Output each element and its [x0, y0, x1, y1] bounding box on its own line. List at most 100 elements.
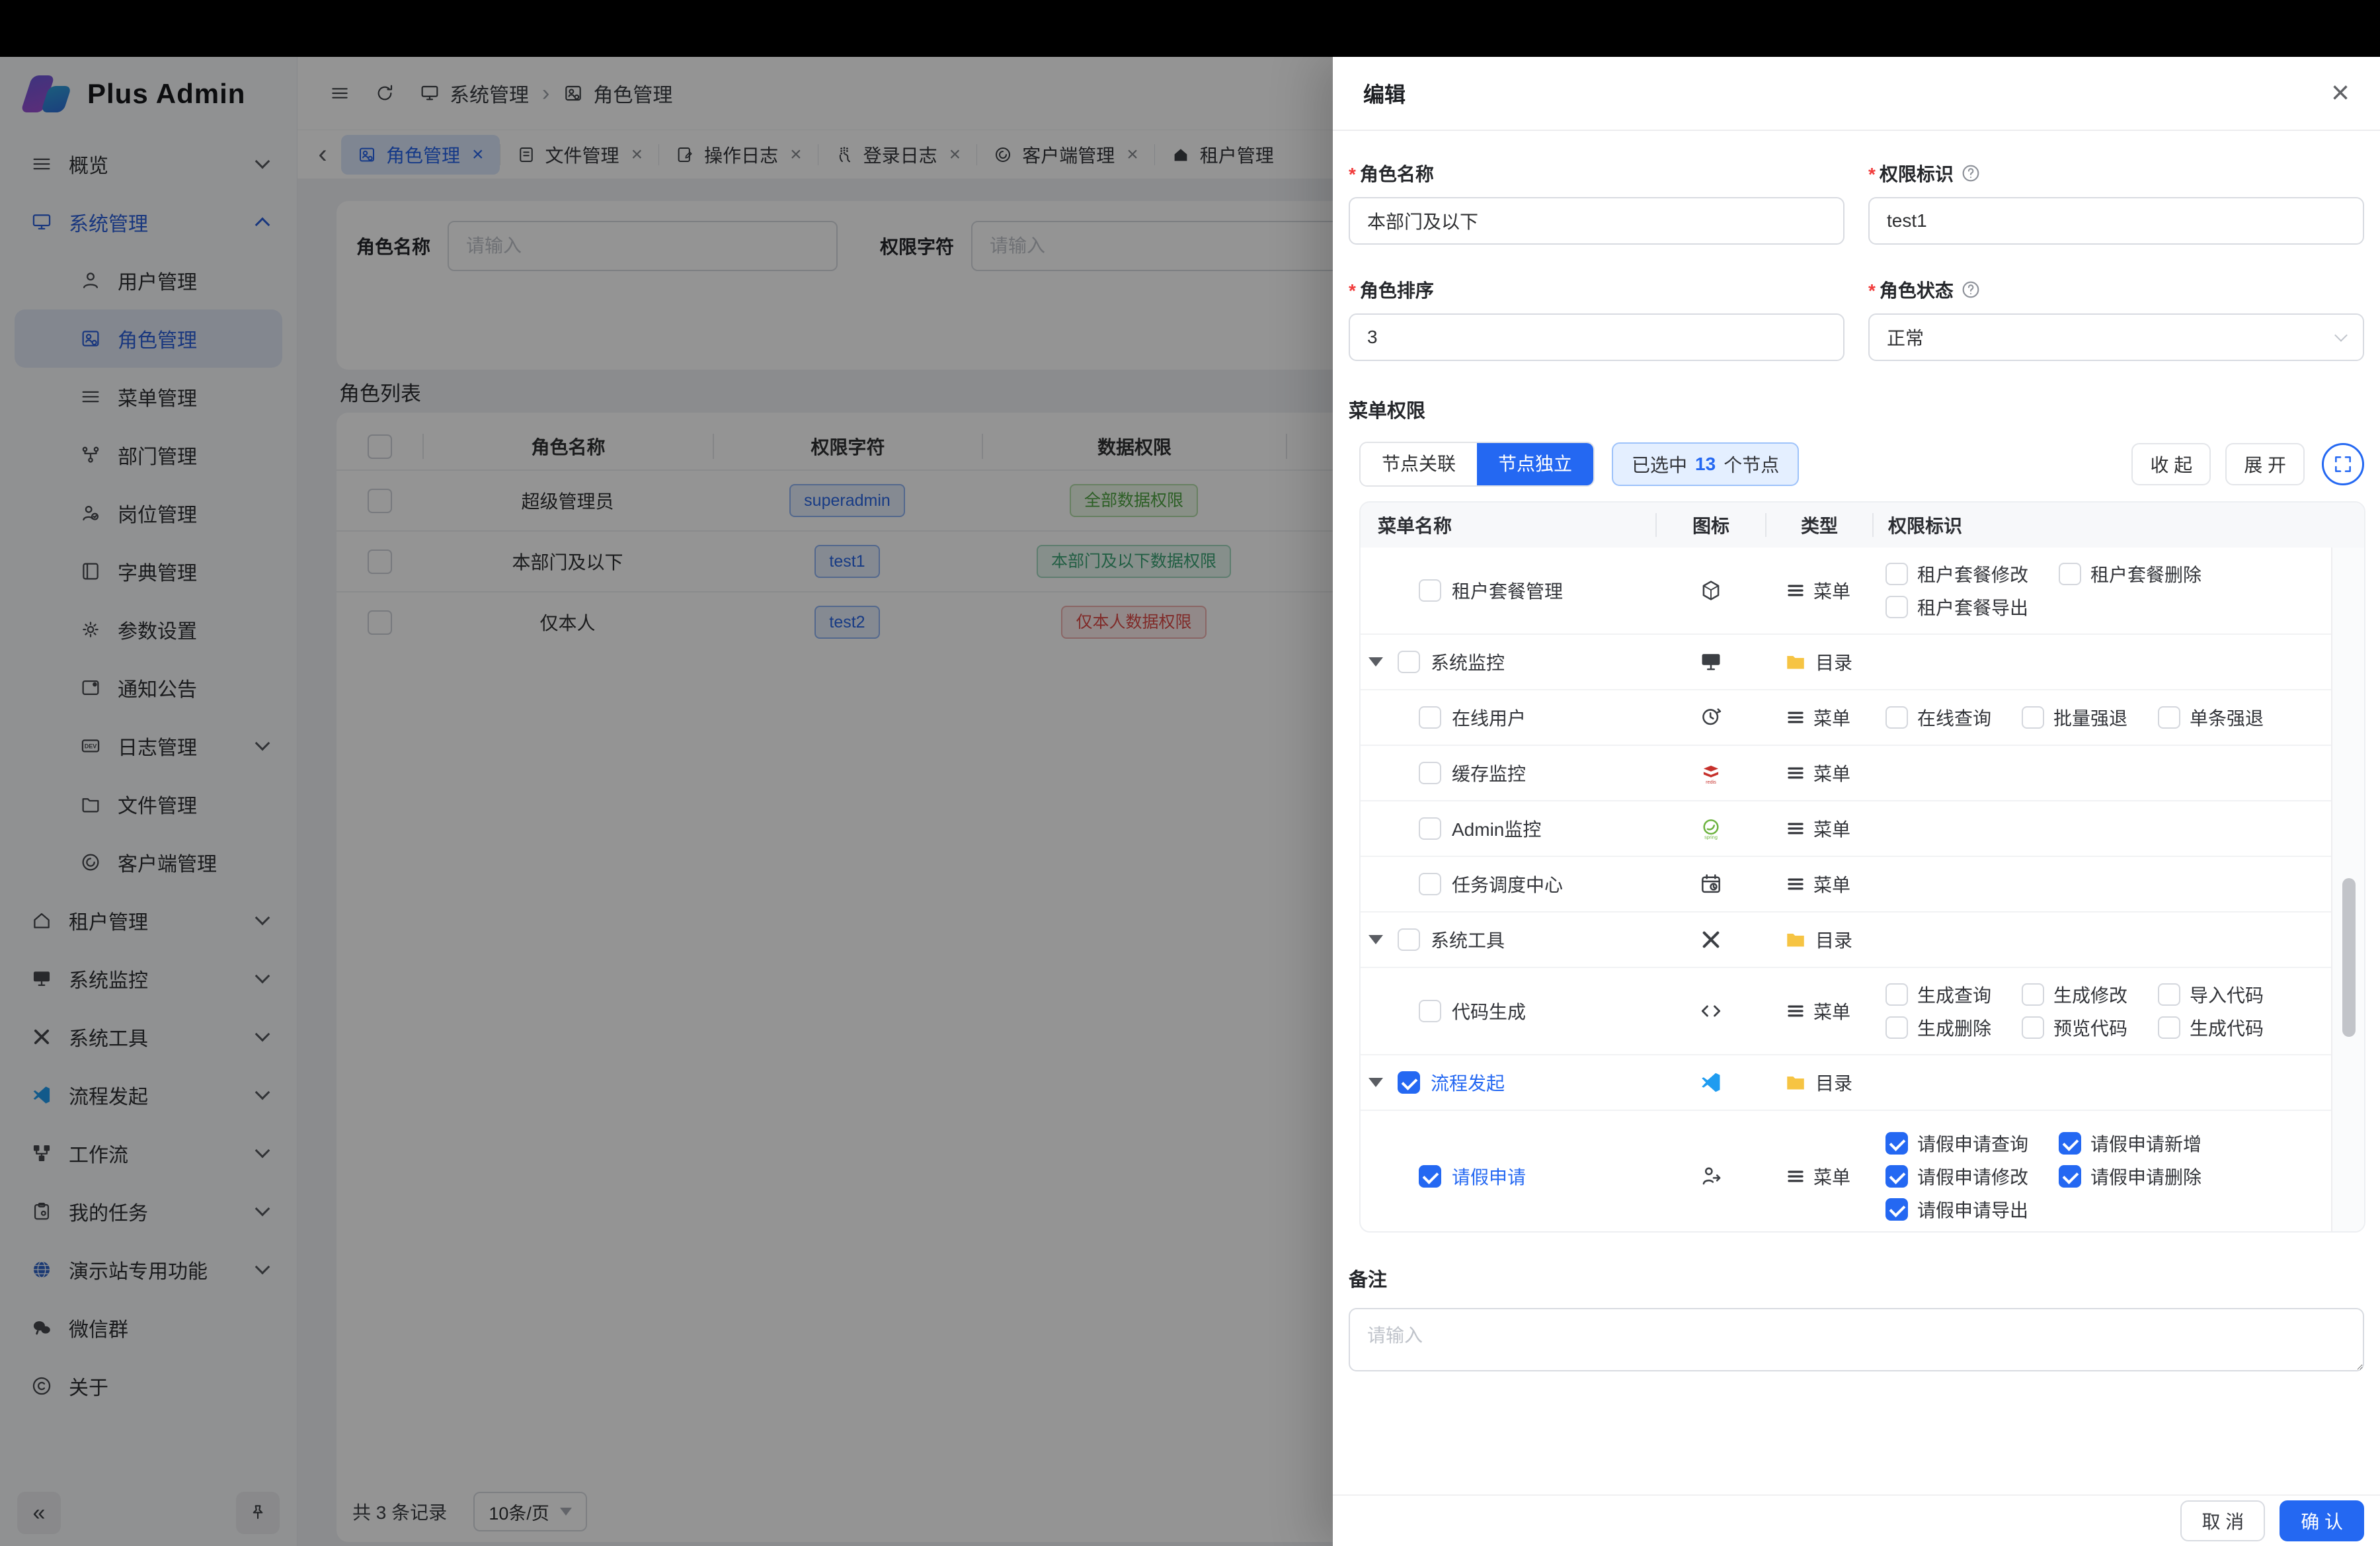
permission-item[interactable]: 请假申请查询: [1885, 1130, 2028, 1157]
expand-arrow-icon[interactable]: [1368, 935, 1383, 944]
cancel-button[interactable]: 取 消: [2180, 1500, 2265, 1541]
node-label[interactable]: 任务调度中心: [1452, 871, 1563, 897]
node-perms-cell: [1871, 1075, 2334, 1090]
close-icon[interactable]: ×: [2331, 77, 2350, 109]
permission-label: 请假申请导出: [1917, 1196, 2028, 1223]
permission-checkbox[interactable]: [2022, 706, 2044, 729]
permission-checkbox[interactable]: [1885, 596, 1908, 618]
permission-item[interactable]: 租户套餐导出: [1885, 594, 2028, 620]
node-label[interactable]: 缓存监控: [1452, 760, 1526, 786]
node-label[interactable]: 在线用户: [1452, 704, 1526, 731]
role-name-input[interactable]: [1349, 197, 1844, 245]
node-checkbox[interactable]: [1419, 873, 1441, 895]
node-label[interactable]: 系统工具: [1431, 926, 1505, 953]
tree-row-系统监控: 系统监控目录: [1361, 635, 2364, 690]
permission-item[interactable]: 请假申请新增: [2059, 1130, 2202, 1157]
node-icon-cell: [1657, 649, 1765, 674]
node-label[interactable]: 系统监控: [1431, 649, 1505, 675]
menu-type-icon: [1786, 581, 1805, 600]
permission-checkbox[interactable]: [2022, 983, 2044, 1006]
remark-label: 备注: [1349, 1264, 2364, 1292]
field-role-status-label: 角色状态: [1868, 276, 1954, 303]
permission-item[interactable]: 请假申请修改: [1885, 1163, 2028, 1190]
tree-node: 代码生成: [1361, 998, 1657, 1024]
expand-arrow-icon[interactable]: [1368, 657, 1383, 667]
permission-checkbox[interactable]: [1885, 983, 1908, 1006]
node-perms-cell: [1871, 821, 2334, 836]
permission-item[interactable]: 导入代码: [2158, 981, 2264, 1008]
expand-arrow-icon[interactable]: [1368, 1078, 1383, 1087]
permission-item[interactable]: 批量强退: [2022, 704, 2127, 731]
tree-row-系统工具: 系统工具 目录: [1361, 913, 2364, 968]
node-label[interactable]: 请假申请: [1452, 1163, 1526, 1190]
permission-label: 请假申请删除: [2090, 1163, 2202, 1190]
permission-checkbox[interactable]: [1885, 1132, 1908, 1155]
permission-item[interactable]: 请假申请删除: [2059, 1163, 2202, 1190]
tenant-package-icon: [1698, 578, 1724, 603]
role-status-select[interactable]: [1868, 313, 2364, 361]
permission-checkbox[interactable]: [1885, 706, 1908, 729]
role-sort-input[interactable]: [1349, 313, 1844, 361]
badge-prefix: 已选中: [1632, 451, 1687, 477]
permission-label: 预览代码: [2053, 1014, 2127, 1041]
node-checkbox[interactable]: [1419, 579, 1441, 602]
node-label[interactable]: 代码生成: [1452, 998, 1526, 1024]
folder-icon: [1784, 650, 1807, 674]
permission-item[interactable]: 租户套餐修改: [1885, 561, 2028, 587]
collapse-all-button[interactable]: 收 起: [2131, 443, 2211, 485]
help-icon[interactable]: [1960, 163, 1981, 184]
node-checkbox[interactable]: [1419, 1000, 1441, 1022]
node-checkbox[interactable]: [1419, 817, 1441, 840]
node-checkbox[interactable]: [1419, 706, 1441, 729]
confirm-button[interactable]: 确 认: [2280, 1500, 2364, 1541]
node-perms-cell: [1871, 654, 2334, 670]
permission-item[interactable]: 生成删除: [1885, 1014, 1991, 1041]
permission-checkbox[interactable]: [2059, 563, 2081, 585]
node-checkbox[interactable]: [1419, 1165, 1441, 1188]
tree-node: 系统监控: [1361, 649, 1657, 675]
field-role-status: 角色状态: [1868, 276, 2364, 361]
tree-scrollbar-track[interactable]: [2331, 548, 2364, 1231]
node-checkbox[interactable]: [1398, 928, 1420, 951]
permission-item[interactable]: 请假申请导出: [1885, 1196, 2028, 1223]
permission-checkbox[interactable]: [2158, 706, 2180, 729]
permission-checkbox[interactable]: [2059, 1165, 2081, 1188]
permission-checkbox[interactable]: [2059, 1132, 2081, 1155]
node-perms-cell: [1871, 876, 2334, 892]
permission-item[interactable]: 生成查询: [1885, 981, 1991, 1008]
permission-checkbox[interactable]: [1885, 1016, 1908, 1039]
node-independent-option[interactable]: 节点独立: [1477, 443, 1593, 485]
permission-item[interactable]: 在线查询: [1885, 704, 1991, 731]
permission-label: 租户套餐删除: [2090, 561, 2202, 587]
node-linked-option[interactable]: 节点关联: [1361, 443, 1477, 485]
node-type-cell: 目录: [1765, 926, 1871, 953]
node-label[interactable]: Admin监控: [1452, 815, 1541, 842]
node-checkbox[interactable]: [1398, 1071, 1420, 1094]
permission-label: 请假申请查询: [1917, 1130, 2028, 1157]
permission-item[interactable]: 预览代码: [2022, 1014, 2127, 1041]
permission-checkbox[interactable]: [1885, 563, 1908, 585]
permission-checkbox[interactable]: [2158, 983, 2180, 1006]
permission-checkbox[interactable]: [1885, 1165, 1908, 1188]
permission-item[interactable]: 租户套餐删除: [2059, 561, 2202, 587]
help-icon[interactable]: [1960, 279, 1981, 300]
tree-node: 请假申请: [1361, 1163, 1657, 1190]
node-label[interactable]: 租户套餐管理: [1452, 577, 1563, 604]
tree-row-流程发起: 流程发起目录: [1361, 1055, 2364, 1111]
expand-all-button[interactable]: 展 开: [2225, 443, 2305, 485]
permission-item[interactable]: 生成修改: [2022, 981, 2127, 1008]
tree-scrollbar-thumb[interactable]: [2342, 878, 2356, 1037]
permission-checkbox[interactable]: [1885, 1198, 1908, 1221]
node-label[interactable]: 流程发起: [1431, 1069, 1505, 1096]
fullscreen-button[interactable]: [2322, 443, 2364, 485]
permission-item[interactable]: 单条强退: [2158, 704, 2264, 731]
remark-textarea[interactable]: [1349, 1308, 2364, 1371]
node-checkbox[interactable]: [1398, 651, 1420, 673]
menu-type-icon: [1786, 763, 1805, 783]
perm-key-input[interactable]: [1868, 197, 2364, 245]
permission-checkbox[interactable]: [2158, 1016, 2180, 1039]
selected-count-badge[interactable]: 已选中 13 个节点: [1612, 442, 1799, 486]
permission-item[interactable]: 生成代码: [2158, 1014, 2264, 1041]
node-checkbox[interactable]: [1419, 762, 1441, 784]
permission-checkbox[interactable]: [2022, 1016, 2044, 1039]
